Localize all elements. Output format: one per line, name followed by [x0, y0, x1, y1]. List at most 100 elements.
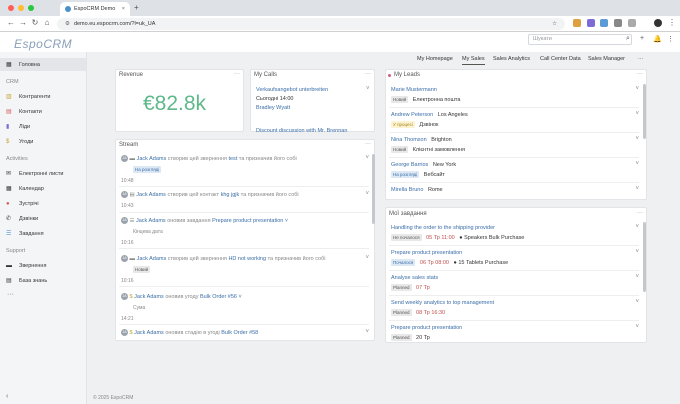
sidebar-item-knowledge-base[interactable]: ▤ База знань [0, 274, 87, 287]
task-name-link[interactable]: Prepare product presentation [391, 250, 462, 256]
expand-chevron-icon[interactable]: ˅ [285, 218, 288, 224]
panel-menu-icon[interactable]: ··· [234, 71, 240, 77]
close-window-button[interactable] [8, 5, 14, 11]
row-actions-icon[interactable]: ˅ [635, 299, 639, 305]
row-actions-icon[interactable]: ˅ [635, 186, 639, 192]
panel-menu-icon[interactable]: ··· [365, 141, 371, 147]
tab-my-homepage[interactable]: My Homepage [417, 54, 453, 64]
sidepanel-icon[interactable] [628, 19, 636, 27]
task-related[interactable]: Speakers Bulk Purchase [464, 235, 524, 241]
call-name-link[interactable]: Discount discussion with Mr. Brennan [256, 127, 366, 132]
stream-target-link[interactable]: Bulk Order #56 [200, 294, 237, 300]
stream-user-link[interactable]: Jack Adams [134, 330, 164, 336]
avatar: JA [121, 191, 128, 198]
row-actions-icon[interactable]: ˅ [635, 111, 639, 117]
stream-target-link[interactable]: Bulk Order #58 [221, 330, 258, 336]
building-icon: ▥ [6, 94, 12, 100]
sidebar-item-calendar[interactable]: ▦ Календар [0, 182, 87, 195]
profile-avatar-icon[interactable] [654, 19, 662, 27]
sidebar-item-contacts[interactable]: ▤ Контакти [0, 105, 87, 118]
global-search-input[interactable]: Шукати [528, 34, 632, 45]
stream-scrollbar[interactable] [372, 154, 375, 224]
lead-name-link[interactable]: Nina Thomson [391, 137, 427, 143]
row-actions-icon[interactable]: ˅ [365, 155, 369, 161]
notifications-bell-icon[interactable]: 🔔 [653, 35, 662, 43]
sidebar-more-button[interactable]: ··· [7, 291, 14, 298]
tasks-scrollbar[interactable] [643, 222, 646, 292]
extensions-puzzle-icon[interactable] [614, 19, 622, 27]
maximize-window-button[interactable] [28, 5, 34, 11]
sidebar-item-meetings[interactable]: ● Зустрічі [0, 197, 87, 210]
row-actions-icon[interactable]: ˅ [635, 136, 639, 142]
sidebar-item-tasks[interactable]: ☰ Завдання [0, 227, 87, 240]
panel-menu-icon[interactable]: ··· [637, 71, 643, 77]
stream-target-link[interactable]: khg jgjk [221, 192, 240, 198]
task-name-link[interactable]: Prepare product presentation [391, 325, 462, 331]
task-name-link[interactable]: Analyse sales stats [391, 275, 438, 281]
app-logo[interactable]: EspoCRM [14, 37, 72, 51]
minimize-window-button[interactable] [18, 5, 24, 11]
extension-icon[interactable] [600, 19, 608, 27]
row-actions-icon[interactable]: ˅ [366, 86, 370, 92]
row-actions-icon[interactable]: ˅ [635, 274, 639, 280]
site-info-icon[interactable]: ⚙ [65, 21, 70, 27]
lead-name-link[interactable]: Mirella Bruno [391, 187, 423, 193]
new-tab-icon[interactable]: + [134, 3, 139, 12]
sidebar-item-leads[interactable]: ▮ Ліди [0, 120, 87, 133]
task-name-link[interactable]: Handling the order to the shipping provi… [391, 225, 495, 231]
task-name-link[interactable]: Send weekly analytics to top management [391, 300, 494, 306]
back-icon[interactable]: ← [6, 18, 16, 27]
lead-name-link[interactable]: Marie Mustermann [391, 87, 437, 93]
row-actions-icon[interactable]: ˅ [635, 161, 639, 167]
stream-target-link[interactable]: Prepare product presentation [212, 218, 283, 224]
stream-user-link[interactable]: Jack Adams [136, 192, 166, 198]
bookmark-star-icon[interactable]: ☆ [552, 21, 557, 27]
panel-menu-icon[interactable]: ··· [637, 210, 643, 216]
row-actions-icon[interactable]: ˅ [365, 255, 369, 261]
sidebar-item-opportunities[interactable]: $ Угоди [0, 135, 87, 148]
stream-target-link[interactable]: test [228, 156, 237, 162]
sidebar-item-cases[interactable]: ▬ Звернення [0, 259, 87, 272]
stream-user-link[interactable]: Jack Adams [137, 156, 167, 162]
extension-icon[interactable] [573, 19, 581, 27]
tab-sales-manager[interactable]: Sales Manager [588, 54, 625, 64]
quick-create-icon[interactable]: + [640, 35, 644, 42]
extension-icon[interactable] [587, 19, 595, 27]
home-icon[interactable]: ⌂ [42, 18, 52, 27]
tab-call-center-data[interactable]: Call Center Data [540, 54, 581, 64]
browser-tab[interactable]: EspoCRM Demo × [60, 2, 130, 16]
row-actions-icon[interactable]: ˅ [635, 86, 639, 92]
tab-sales-analytics[interactable]: Sales Analytics [493, 54, 530, 64]
row-actions-icon[interactable]: ˅ [365, 191, 369, 197]
tabs-more-button[interactable]: ··· [638, 54, 644, 64]
sidebar-item-accounts[interactable]: ▥ Контрагенти [0, 90, 87, 103]
row-actions-icon[interactable]: ˅ [365, 329, 369, 335]
reload-icon[interactable]: ↻ [30, 18, 40, 27]
call-name-link[interactable]: Verkaufsangebot unterbreiten [256, 87, 328, 93]
collapse-sidebar-icon[interactable]: ‹ [6, 393, 8, 400]
search-icon[interactable]: ⌕ [626, 35, 630, 43]
row-actions-icon[interactable]: ˅ [635, 324, 639, 330]
lead-name-link[interactable]: George Barrios [391, 162, 428, 168]
row-actions-icon[interactable]: ˅ [635, 224, 639, 230]
sidebar-item-calls[interactable]: ✆ Дзвінки [0, 212, 87, 225]
sidebar-item-home[interactable]: ▦ Головна [0, 58, 87, 71]
task-related[interactable]: 15 Tablets Purchase [458, 260, 508, 266]
stream-user-link[interactable]: Jack Adams [134, 294, 164, 300]
expand-chevron-icon[interactable]: ˅ [239, 294, 242, 300]
browser-menu-icon[interactable]: ⋮ [668, 18, 676, 27]
url-field[interactable]: ⚙ demo.eu.espocrm.com/?l=uk_UA ☆ [57, 18, 565, 30]
leads-scrollbar[interactable] [643, 84, 646, 139]
sidebar-item-emails[interactable]: ✉ Електронні листи [0, 167, 87, 180]
call-contact-link[interactable]: Bradley Wyatt [256, 105, 290, 111]
stream-target-link[interactable]: HD not working [228, 256, 266, 262]
close-tab-icon[interactable]: × [122, 6, 125, 12]
user-menu-icon[interactable]: ⋮ [667, 35, 674, 43]
lead-name-link[interactable]: Andrew Peterson [391, 112, 433, 118]
panel-menu-icon[interactable]: ··· [365, 71, 371, 77]
stream-user-link[interactable]: Jack Adams [137, 256, 167, 262]
tab-my-sales[interactable]: My Sales [462, 54, 485, 65]
forward-icon[interactable]: → [18, 18, 28, 27]
stream-user-link[interactable]: Jack Adams [136, 218, 166, 224]
row-actions-icon[interactable]: ˅ [635, 249, 639, 255]
